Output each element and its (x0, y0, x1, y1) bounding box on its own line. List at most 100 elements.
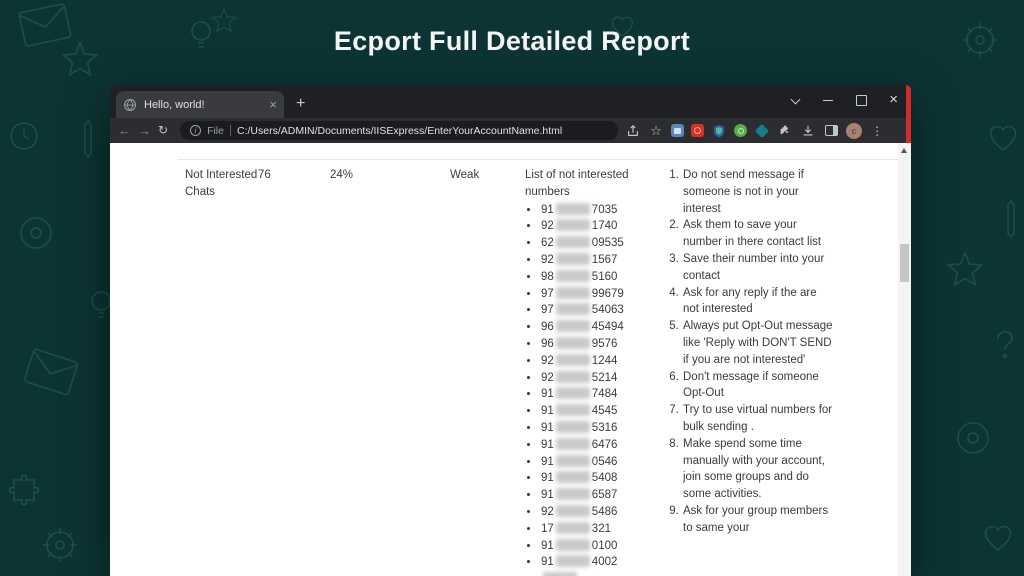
window-minimize-button[interactable] (823, 95, 833, 105)
extension-capture-icon[interactable] (671, 124, 684, 137)
tip-item: Ask for your group members to same your (682, 503, 833, 537)
blurred-digits (556, 236, 590, 248)
page-scrollbar[interactable] (898, 143, 911, 576)
number-prefix: 91 (541, 388, 554, 400)
number-prefix: 91 (541, 556, 554, 568)
number-suffix: 321 (592, 523, 611, 535)
forward-button[interactable]: → (138, 124, 151, 137)
blurred-digits (556, 522, 590, 534)
number-suffix: 5160 (592, 271, 618, 283)
blurred-digits (556, 438, 590, 450)
extension-adblock-icon[interactable] (691, 124, 704, 137)
menu-dots-icon[interactable]: ⋮ (869, 123, 885, 139)
number-suffix: 54063 (592, 304, 624, 316)
extension-shield-icon[interactable] (711, 123, 727, 139)
number-prefix: 97 (541, 288, 554, 300)
profile-avatar[interactable]: c (846, 123, 862, 139)
number-prefix: 92 (541, 220, 554, 232)
extension-green-icon[interactable] (734, 124, 747, 137)
blurred-digits (556, 219, 590, 231)
browser-toolbar: ← → ↻ i File C:/Users/ADMIN/Documents/II… (110, 118, 911, 143)
blurred-digits (556, 387, 590, 399)
reload-button[interactable]: ↻ (158, 124, 168, 137)
phone-number-item: 925486 (540, 504, 668, 521)
phone-number-item: 91 0546 (540, 454, 668, 471)
number-suffix: 1740 (592, 220, 618, 232)
phone-number-item: 910100 (540, 538, 668, 555)
number-suffix: 45494 (592, 321, 624, 333)
phone-number-item: 92 1567 (540, 252, 668, 269)
phone-number-item: 9799679 (540, 286, 668, 303)
number-suffix: 5408 (592, 472, 618, 484)
blurred-digits (556, 539, 590, 551)
extensions-puzzle-icon[interactable] (777, 123, 793, 139)
blurred-digits (543, 572, 577, 576)
tab-title: Hello, world! (144, 99, 262, 111)
address-bar[interactable]: i File C:/Users/ADMIN/Documents/IISExpre… (180, 121, 618, 140)
numbers-list-title: List of not interested numbers (525, 167, 668, 201)
downloads-icon[interactable] (800, 123, 816, 139)
number-suffix: 5214 (592, 372, 618, 384)
row-name-cell: Not Interested Chats (185, 167, 258, 576)
tip-item: Ask them to save your number in there co… (682, 217, 833, 251)
number-suffix: 6587 (592, 489, 618, 501)
red-edge-strip (906, 85, 911, 143)
phone-number-item: 91 6587 (540, 487, 668, 504)
phone-number-item: 91 7484 (540, 386, 668, 403)
share-icon[interactable] (625, 123, 641, 139)
number-suffix: 1567 (592, 254, 618, 266)
number-prefix: 91 (541, 422, 554, 434)
number-suffix: 6476 (592, 439, 618, 451)
phone-number-item: 17321 (540, 521, 668, 538)
blurred-digits (556, 455, 590, 467)
tip-item: Make spend some time manually with your … (682, 436, 833, 503)
number-prefix: 96 (541, 321, 554, 333)
phone-number-item: 921244 (540, 353, 668, 370)
number-suffix: 7484 (592, 388, 618, 400)
number-suffix: 0546 (592, 456, 618, 468)
side-panel-icon[interactable] (823, 123, 839, 139)
page-info-icon[interactable]: i (190, 125, 201, 136)
row-percent-cell: 24% (330, 167, 450, 576)
window-chevron-icon[interactable] (790, 95, 800, 105)
blurred-digits (556, 337, 590, 349)
number-prefix: 91 (541, 405, 554, 417)
phone-number-item (540, 571, 668, 576)
scroll-up-arrow[interactable] (901, 148, 907, 153)
blurred-digits (556, 404, 590, 416)
number-prefix: 92 (541, 372, 554, 384)
number-prefix: 92 (541, 355, 554, 367)
blurred-digits (556, 471, 590, 483)
blurred-digits (556, 421, 590, 433)
tip-item: Always put Opt-Out message like 'Reply w… (682, 318, 833, 368)
window-close-button[interactable]: × (889, 95, 898, 105)
number-suffix: 0100 (592, 540, 618, 552)
bookmark-star-icon[interactable]: ☆ (648, 123, 664, 139)
tab-close-icon[interactable]: × (269, 98, 277, 111)
number-suffix: 7035 (592, 204, 618, 216)
number-prefix: 91 (541, 456, 554, 468)
row-numbers-cell: List of not interested numbers 917035 92… (525, 167, 668, 576)
number-prefix: 91 (541, 489, 554, 501)
tab-strip: Hello, world! × + × (110, 85, 911, 118)
number-prefix: 92 (541, 254, 554, 266)
phone-number-item: 91 5408 (540, 470, 668, 487)
number-suffix: 09535 (592, 237, 624, 249)
scrollbar-thumb[interactable] (900, 244, 909, 282)
url-separator (230, 125, 231, 136)
tip-item: Save their number into your contact (682, 251, 833, 285)
number-prefix: 91 (541, 472, 554, 484)
back-button[interactable]: ← (118, 124, 131, 137)
blurred-digits (556, 555, 590, 567)
browser-tab[interactable]: Hello, world! × (116, 91, 284, 118)
phone-number-item: 917035 (540, 202, 668, 219)
number-suffix: 5486 (592, 506, 618, 518)
blurred-digits (556, 203, 590, 215)
browser-window: Hello, world! × + × ← → ↻ i File C:/User… (110, 85, 911, 576)
number-suffix: 9576 (592, 338, 618, 350)
tip-item: Try to use virtual numbers for bulk send… (682, 402, 833, 436)
extension-gem-icon[interactable] (754, 123, 770, 139)
window-maximize-button[interactable] (856, 95, 866, 105)
new-tab-button[interactable]: + (296, 96, 305, 112)
phone-number-item: 916476 (540, 437, 668, 454)
